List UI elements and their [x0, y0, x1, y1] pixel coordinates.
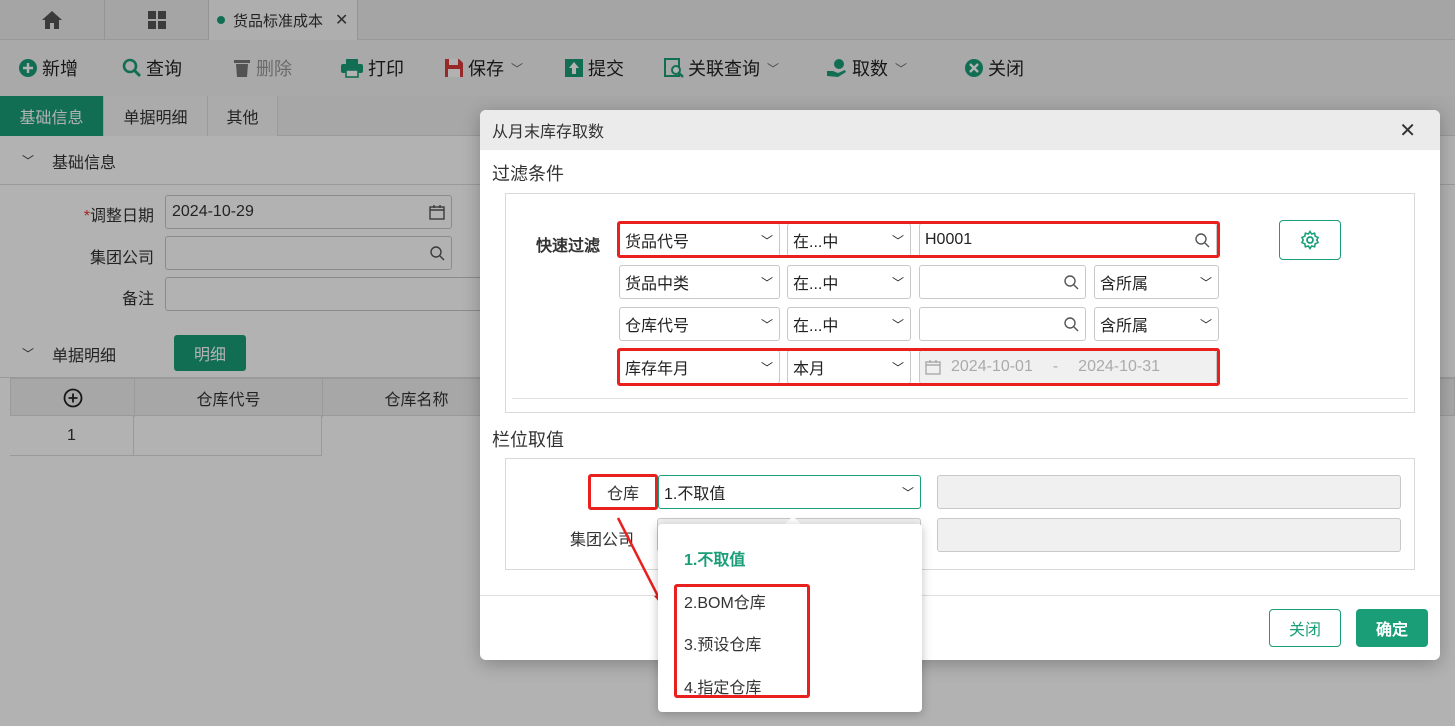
- warehouse-select[interactable]: 1.不取值 ﹀: [658, 475, 921, 509]
- filter-section-title: 过滤条件: [492, 164, 564, 184]
- chevron-down-icon: ﹀: [760, 360, 773, 375]
- option-preset-warehouse[interactable]: 3.预设仓库: [684, 631, 761, 655]
- chevron-down-icon: ﹀: [760, 275, 773, 290]
- filter-row3-field-select[interactable]: 仓库代号 ﹀: [619, 307, 780, 341]
- filter-row1-field-select[interactable]: 货品代号 ﹀: [619, 223, 780, 257]
- warehouse-options-dropdown: 1.不取值 2.BOM仓库 3.预设仓库 4.指定仓库: [658, 524, 922, 712]
- filter-row2-scope-select[interactable]: 含所属 ﹀: [1094, 265, 1219, 299]
- filter-row2-field-select[interactable]: 货品中类 ﹀: [619, 265, 780, 299]
- filter-row2-operator-select[interactable]: 在...中 ﹀: [787, 265, 911, 299]
- date-to: 2024-10-31: [1078, 358, 1161, 375]
- chevron-down-icon: ﹀: [891, 275, 904, 290]
- date-separator: -: [1052, 358, 1059, 375]
- search-icon: [1064, 275, 1079, 290]
- chevron-down-icon: ﹀: [901, 485, 914, 500]
- gear-icon: [1300, 230, 1320, 250]
- filter-row4-field-select[interactable]: 库存年月 ﹀: [619, 350, 780, 384]
- filter-settings-button[interactable]: [1279, 220, 1341, 260]
- chevron-down-icon: ﹀: [891, 317, 904, 332]
- search-icon: [1195, 233, 1210, 248]
- dialog-title: 从月末库存取数: [492, 124, 605, 141]
- option-bom-warehouse[interactable]: 2.BOM仓库: [684, 589, 766, 613]
- chevron-down-icon: ﹀: [1199, 275, 1212, 290]
- quick-filter-label: 快速过滤: [536, 238, 601, 255]
- calendar-icon: [925, 360, 941, 375]
- filter-row3-operator-select[interactable]: 在...中 ﹀: [787, 307, 911, 341]
- dialog-close-button[interactable]: 关闭: [1269, 609, 1341, 647]
- search-icon: [1064, 317, 1079, 332]
- filter-row3-value-input[interactable]: [919, 307, 1086, 341]
- column-value-section-title: 栏位取值: [492, 430, 564, 450]
- date-from: 2024-10-01: [951, 358, 1033, 375]
- close-icon[interactable]: ✕: [1399, 118, 1416, 143]
- filter-row4-operator-select[interactable]: 本月 ﹀: [787, 350, 911, 384]
- warehouse-label: 仓库: [588, 474, 658, 510]
- warehouse-value-field: [937, 475, 1401, 509]
- divider: [512, 398, 1408, 399]
- company-value-field: [937, 518, 1401, 552]
- chevron-down-icon: ﹀: [760, 317, 773, 332]
- option-no-value[interactable]: 1.不取值: [684, 546, 745, 570]
- dialog-header: 从月末库存取数: [480, 110, 1440, 150]
- filter-row1-operator-select[interactable]: 在...中 ﹀: [787, 223, 911, 257]
- chevron-down-icon: ﹀: [891, 360, 904, 375]
- dialog-confirm-button[interactable]: 确定: [1356, 609, 1428, 647]
- filter-row2-value-input[interactable]: [919, 265, 1086, 299]
- filter-row4-date-range[interactable]: 2024-10-01 - 2024-10-31: [919, 350, 1217, 384]
- filter-row1-value-input[interactable]: H0001: [919, 223, 1217, 257]
- chevron-down-icon: ﹀: [760, 233, 773, 248]
- option-specified-warehouse[interactable]: 4.指定仓库: [684, 674, 761, 698]
- chevron-down-icon: ﹀: [891, 233, 904, 248]
- chevron-down-icon: ﹀: [1199, 317, 1212, 332]
- filter-row3-scope-select[interactable]: 含所属 ﹀: [1094, 307, 1219, 341]
